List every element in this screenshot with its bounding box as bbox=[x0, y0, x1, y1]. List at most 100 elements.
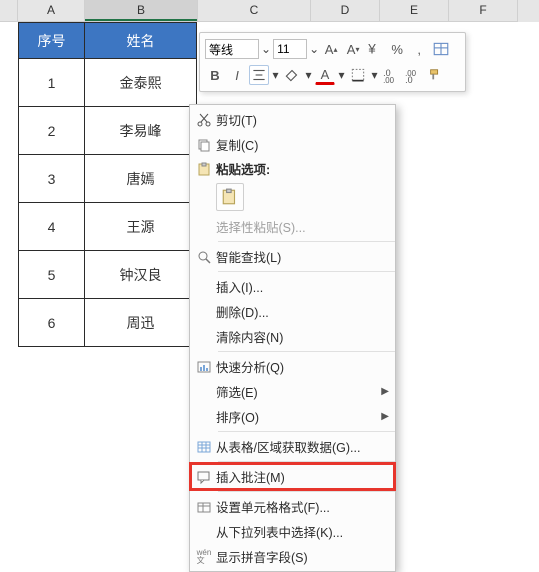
font-name-select[interactable] bbox=[205, 39, 259, 59]
menu-label: 从下拉列表中选择(K)... bbox=[216, 522, 389, 541]
col-header-F[interactable]: F bbox=[449, 0, 518, 22]
search-icon bbox=[192, 249, 216, 265]
menu-format-cells[interactable]: 设置单元格格式(F)... bbox=[190, 494, 395, 519]
decrease-decimal-icon[interactable]: .00.0 bbox=[403, 65, 423, 85]
menu-separator bbox=[218, 351, 395, 352]
menu-clear-contents[interactable]: 清除内容(N) bbox=[190, 324, 395, 349]
menu-label: 选择性粘贴(S)... bbox=[216, 217, 389, 236]
table-row: 4王源 bbox=[19, 203, 197, 251]
cell-name[interactable]: 金泰熙 bbox=[85, 59, 197, 107]
chevron-down-icon[interactable]: ⌄ bbox=[309, 42, 319, 56]
cell-name[interactable]: 唐嫣 bbox=[85, 155, 197, 203]
paste-icon bbox=[192, 161, 216, 177]
menu-copy[interactable]: 复制(C) bbox=[190, 132, 395, 157]
cell-name[interactable]: 钟汉良 bbox=[85, 251, 197, 299]
decrease-font-icon[interactable]: A▾ bbox=[343, 39, 363, 59]
menu-label: 插入(I)... bbox=[216, 277, 389, 296]
paste-default-button[interactable] bbox=[216, 183, 244, 211]
menu-label: 设置单元格格式(F)... bbox=[216, 497, 389, 516]
menu-quick-analysis[interactable]: 快速分析(Q) bbox=[190, 354, 395, 379]
menu-filter[interactable]: 筛选(E) ▶ bbox=[190, 379, 395, 404]
menu-paste-options-header: 粘贴选项: bbox=[190, 157, 395, 180]
context-menu: 剪切(T) 复制(C) 粘贴选项: 选择性粘贴(S)... 智能查找(L) 插入… bbox=[189, 104, 396, 572]
table-row: 2李易峰 bbox=[19, 107, 197, 155]
menu-get-data[interactable]: 从表格/区域获取数据(G)... bbox=[190, 434, 395, 459]
col-header-B[interactable]: B bbox=[85, 0, 198, 22]
increase-decimal-icon[interactable]: .0.00 bbox=[381, 65, 401, 85]
table-row: 6周迅 bbox=[19, 299, 197, 347]
borders-icon[interactable] bbox=[348, 65, 368, 85]
table-row: 3唐嫣 bbox=[19, 155, 197, 203]
table-row: 5钟汉良 bbox=[19, 251, 197, 299]
scissors-icon bbox=[192, 112, 216, 128]
menu-separator bbox=[218, 491, 395, 492]
percent-format-icon[interactable]: % bbox=[387, 39, 407, 59]
menu-label: 剪切(T) bbox=[216, 110, 389, 129]
menu-label: 排序(O) bbox=[216, 407, 381, 426]
chevron-down-icon[interactable]: ▾ bbox=[337, 68, 346, 82]
chevron-down-icon[interactable]: ▾ bbox=[370, 68, 379, 82]
submenu-arrow-icon: ▶ bbox=[381, 411, 389, 422]
menu-delete[interactable]: 删除(D)... bbox=[190, 299, 395, 324]
menu-separator bbox=[218, 431, 395, 432]
cell-name[interactable]: 王源 bbox=[85, 203, 197, 251]
format-painter-icon[interactable] bbox=[425, 65, 445, 85]
menu-show-pinyin[interactable]: wén文 显示拼音字段(S) bbox=[190, 544, 395, 569]
menu-label: 显示拼音字段(S) bbox=[216, 547, 389, 566]
quick-analysis-icon bbox=[192, 359, 216, 375]
cell-seq[interactable]: 4 bbox=[19, 203, 85, 251]
menu-insert[interactable]: 插入(I)... bbox=[190, 274, 395, 299]
header-seq[interactable]: 序号 bbox=[19, 23, 85, 59]
align-center-icon[interactable] bbox=[249, 65, 269, 85]
italic-icon[interactable]: I bbox=[227, 65, 247, 85]
col-header-E[interactable]: E bbox=[380, 0, 449, 22]
menu-label: 筛选(E) bbox=[216, 382, 381, 401]
menu-label: 粘贴选项: bbox=[216, 159, 389, 178]
table-icon bbox=[192, 439, 216, 455]
cell-name[interactable]: 周迅 bbox=[85, 299, 197, 347]
menu-paste-special: 选择性粘贴(S)... bbox=[190, 214, 395, 239]
cell-seq[interactable]: 5 bbox=[19, 251, 85, 299]
chevron-down-icon[interactable]: ▾ bbox=[271, 68, 280, 82]
cell-name[interactable]: 李易峰 bbox=[85, 107, 197, 155]
table-format-icon[interactable] bbox=[431, 39, 451, 59]
menu-cut[interactable]: 剪切(T) bbox=[190, 107, 395, 132]
fill-color-icon[interactable] bbox=[282, 65, 302, 85]
svg-text:.0: .0 bbox=[405, 75, 413, 84]
menu-label: 从表格/区域获取数据(G)... bbox=[216, 437, 389, 456]
menu-smart-lookup[interactable]: 智能查找(L) bbox=[190, 244, 395, 269]
cell-seq[interactable]: 2 bbox=[19, 107, 85, 155]
menu-label: 复制(C) bbox=[216, 135, 389, 154]
menu-pick-from-list[interactable]: 从下拉列表中选择(K)... bbox=[190, 519, 395, 544]
col-header-D[interactable]: D bbox=[311, 0, 380, 22]
chevron-down-icon[interactable]: ▾ bbox=[304, 68, 313, 82]
menu-label: 删除(D)... bbox=[216, 302, 389, 321]
header-name[interactable]: 姓名 bbox=[85, 23, 197, 59]
comment-icon bbox=[192, 469, 216, 485]
svg-text:.00: .00 bbox=[383, 76, 395, 84]
comma-format-icon[interactable]: , bbox=[409, 39, 429, 59]
font-color-icon[interactable]: A bbox=[315, 65, 335, 85]
cell-seq[interactable]: 3 bbox=[19, 155, 85, 203]
accounting-format-icon[interactable]: ¥ bbox=[365, 39, 385, 59]
cell-seq[interactable]: 1 bbox=[19, 59, 85, 107]
menu-sort[interactable]: 排序(O) ▶ bbox=[190, 404, 395, 429]
menu-label: 智能查找(L) bbox=[216, 247, 389, 266]
select-all-corner[interactable] bbox=[0, 0, 18, 22]
cell-seq[interactable]: 6 bbox=[19, 299, 85, 347]
col-header-A[interactable]: A bbox=[18, 0, 85, 22]
submenu-arrow-icon: ▶ bbox=[381, 386, 389, 397]
bold-icon[interactable]: B bbox=[205, 65, 225, 85]
increase-font-icon[interactable]: A▴ bbox=[321, 39, 341, 59]
menu-separator bbox=[218, 271, 395, 272]
menu-label: 插入批注(M) bbox=[216, 467, 389, 486]
font-size-select[interactable] bbox=[273, 39, 307, 59]
col-header-C[interactable]: C bbox=[198, 0, 311, 22]
table-row: 1金泰熙 bbox=[19, 59, 197, 107]
spreadsheet-grid: A B C D E F 序号 姓名 1金泰熙 2李易峰 3唐嫣 4王源 5钟汉良… bbox=[0, 0, 539, 22]
mini-toolbar: ⌄ ⌄ A▴ A▾ ¥ % , B I ▾ ▾ A ▾ ▾ .0.00 .00.… bbox=[199, 32, 466, 92]
chevron-down-icon[interactable]: ⌄ bbox=[261, 42, 271, 56]
menu-insert-comment[interactable]: 插入批注(M) bbox=[190, 464, 395, 489]
menu-separator bbox=[218, 461, 395, 462]
copy-icon bbox=[192, 137, 216, 153]
